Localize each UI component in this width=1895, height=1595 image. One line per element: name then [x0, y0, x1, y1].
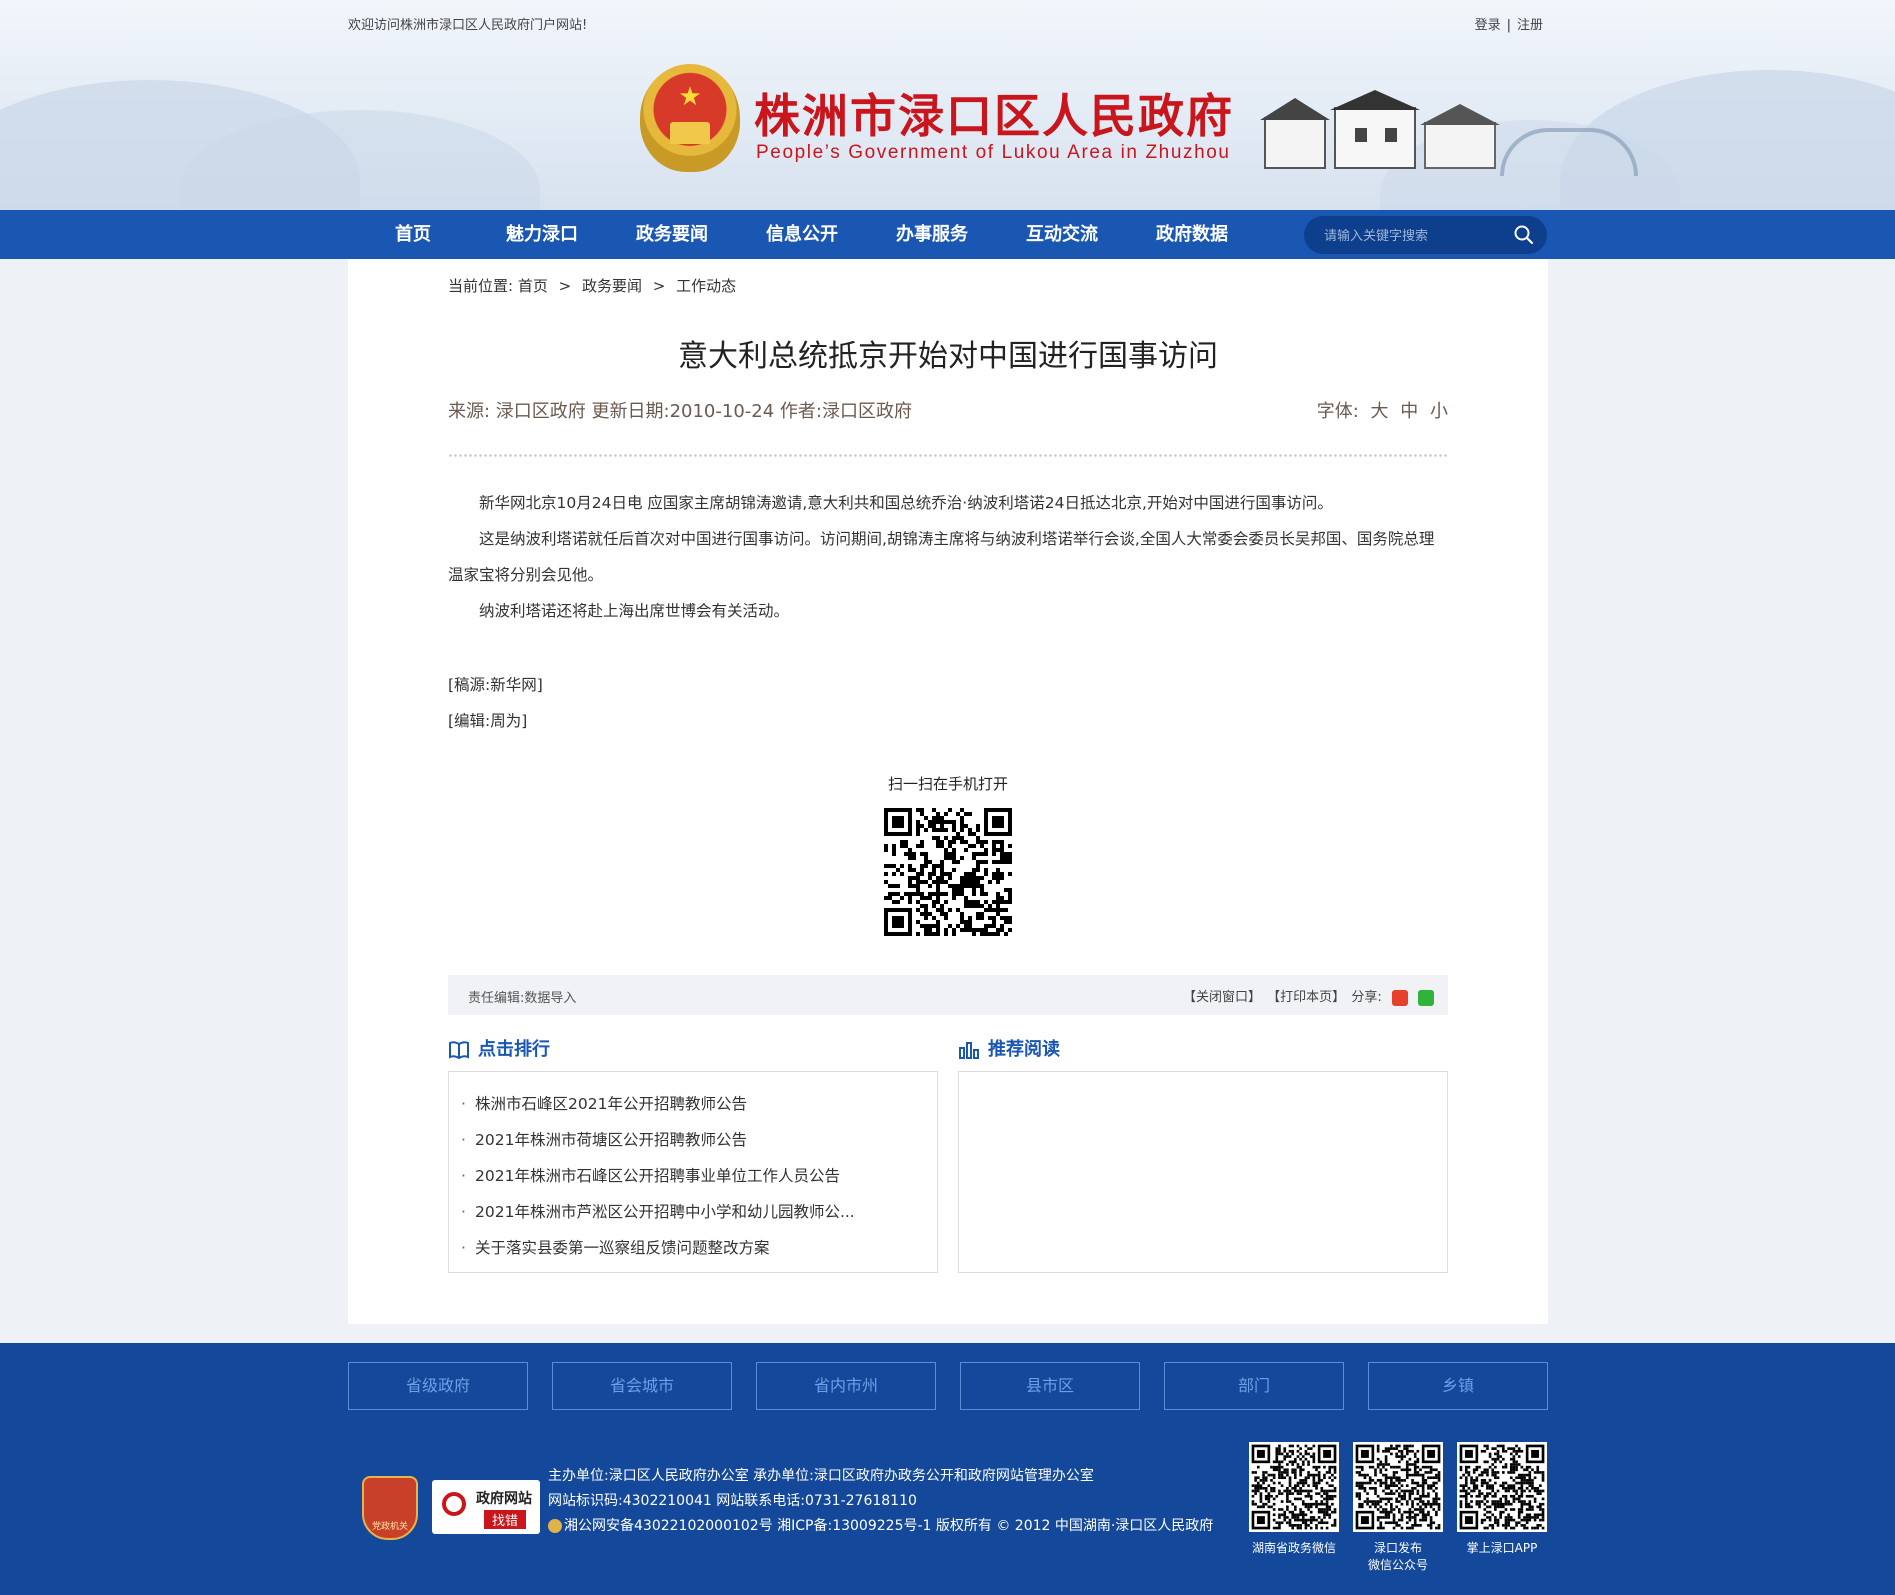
footer-organizer: 主办单位:渌口区人民政府办公室 承办单位:渌口区政府办政务公开和政府网站管理办公… — [548, 1468, 1094, 1484]
register-link[interactable]: 注册 — [1517, 18, 1543, 33]
welcome-text: 欢迎访问株洲市渌口区人民政府门户网站! — [348, 18, 588, 33]
nav-item-home[interactable]: 首页 — [358, 210, 468, 259]
footer-link-capitals[interactable]: 省会城市 — [552, 1362, 732, 1410]
article-body: 新华网北京10月24日电 应国家主席胡锦涛邀请,意大利共和国总统乔治·纳波利塔诺… — [448, 485, 1448, 629]
list-item[interactable]: · 2021年株洲市荷塘区公开招聘教师公告 — [461, 1122, 937, 1158]
weibo-share-icon[interactable] — [1391, 989, 1408, 1006]
footer-info: 主办单位:渌口区人民政府办公室 承办单位:渌口区政府办政务公开和政府网站管理办公… — [548, 1464, 1213, 1539]
list-item[interactable]: · 株洲市石峰区2021年公开招聘教师公告 — [461, 1086, 937, 1122]
font-size-small[interactable]: 小 — [1430, 401, 1448, 422]
list-item-title[interactable]: 2021年株洲市芦淞区公开招聘中小学和幼儿园教师公... — [475, 1203, 855, 1221]
qr-caption-hunan: 湖南省政务微信 — [1251, 1541, 1336, 1555]
nav-item-disclosure[interactable]: 信息公开 — [747, 210, 857, 259]
footer-link-cities[interactable]: 省内市州 — [756, 1362, 936, 1410]
search-icon[interactable] — [1513, 224, 1535, 246]
font-size-label: 字体: — [1316, 401, 1359, 422]
nav-item-interaction[interactable]: 互动交流 — [1007, 210, 1117, 259]
ranking-header: 点击排行 — [448, 1035, 550, 1061]
article-editor: [编辑:周为] — [448, 712, 528, 730]
nav-item-data[interactable]: 政府数据 — [1137, 210, 1247, 259]
list-item[interactable]: · 2021年株洲市石峰区公开招聘事业单位工作人员公告 — [461, 1158, 937, 1194]
list-item-title[interactable]: 2021年株洲市石峰区公开招聘事业单位工作人员公告 — [475, 1167, 840, 1185]
article-paragraph: 纳波利塔诺还将赴上海出席世博会有关活动。 — [479, 602, 790, 620]
article-credits: [稿源:新华网] [编辑:周为] — [448, 667, 543, 739]
ranking-title: 点击排行 — [478, 1039, 550, 1060]
breadcrumb-news[interactable]: 政务要闻 — [582, 277, 642, 295]
qr-caption-lukou-wechat: 渌口发布 微信公众号 — [1367, 1541, 1428, 1572]
article-paragraph: 新华网北京10月24日电 应国家主席胡锦涛邀请,意大利共和国总统乔治·纳波利塔诺… — [479, 494, 1333, 512]
nav-item-services[interactable]: 办事服务 — [877, 210, 987, 259]
magnifier-icon — [442, 1492, 466, 1516]
login-link[interactable]: 登录 — [1475, 18, 1501, 33]
qr-code-icon — [1249, 1442, 1339, 1532]
divider — [448, 453, 1448, 458]
list-item-title[interactable]: 2021年株洲市荷塘区公开招聘教师公告 — [475, 1131, 747, 1149]
breadcrumb-prefix: 当前位置: — [448, 277, 514, 295]
print-page-button[interactable]: 【打印本页】 — [1267, 990, 1345, 1005]
article-panel: 当前位置: 首页 > 政务要闻 > 工作动态 意大利总统抵京开始对中国进行国事访… — [348, 259, 1548, 1324]
footer-site-code: 网站标识码:4302210041 网站联系电话:0731-27618110 — [548, 1493, 917, 1509]
close-window-button[interactable]: 【关闭窗口】 — [1183, 990, 1261, 1005]
site-error-report-badge[interactable]: 政府网站 找错 — [432, 1480, 540, 1534]
breadcrumb: 当前位置: 首页 > 政务要闻 > 工作动态 — [448, 275, 736, 296]
auth-links: 登录 | 注册 — [1475, 14, 1543, 33]
party-badge-label: 党政机关 — [371, 1522, 408, 1532]
responsible-editor: 责任编辑:数据导入 — [468, 991, 577, 1006]
footer-link-provincial[interactable]: 省级政府 — [348, 1362, 528, 1410]
list-item-title[interactable]: 株洲市石峰区2021年公开招聘教师公告 — [475, 1095, 747, 1113]
recommend-header: 推荐阅读 — [958, 1035, 1060, 1061]
qr-caption: 扫一扫在手机打开 — [887, 775, 1008, 793]
recommend-title: 推荐阅读 — [988, 1039, 1060, 1060]
breadcrumb-home[interactable]: 首页 — [518, 277, 548, 295]
qr-caption-app: 掌上渌口APP — [1466, 1541, 1538, 1555]
list-item-title[interactable]: 关于落实县委第一巡察组反馈问题整改方案 — [475, 1239, 770, 1257]
qr-code-icon — [1353, 1442, 1443, 1532]
footer-link-towns[interactable]: 乡镇 — [1368, 1362, 1548, 1410]
breadcrumb-sep: > — [558, 277, 572, 295]
article-title: 意大利总统抵京开始对中国进行国事访问 — [678, 339, 1218, 374]
wechat-share-icon[interactable] — [1418, 989, 1434, 1006]
footer-record: 湘公网安备43022102000102号 湘ICP备:13009225号-1 版… — [564, 1518, 1214, 1534]
qr-code-icon — [1457, 1442, 1547, 1532]
ranking-list: · 株洲市石峰区2021年公开招聘教师公告 · 2021年株洲市荷塘区公开招聘教师公… — [449, 1072, 937, 1266]
article-toolbar: 责任编辑:数据导入 【关闭窗口】 【打印本页】 分享: — [448, 975, 1448, 1015]
share-label: 分享: — [1351, 990, 1382, 1005]
auth-separator: | — [1506, 18, 1511, 33]
breadcrumb-sep: > — [652, 277, 666, 295]
err-badge-bottom: 找错 — [484, 1510, 527, 1529]
police-badge-icon — [548, 1519, 562, 1533]
national-emblem-icon: ★ — [640, 64, 740, 172]
site-subtitle: People’s Government of Lukou Area in Zhu… — [756, 142, 1231, 163]
list-item[interactable]: · 2021年株洲市芦淞区公开招聘中小学和幼儿园教师公... — [461, 1194, 937, 1230]
list-item[interactable]: · 关于落实县委第一巡察组反馈问题整改方案 — [461, 1230, 937, 1266]
article-paragraph: 这是纳波利塔诺就任后首次对中国进行国事访问。访问期间,胡锦涛主席将与纳波利塔诺举… — [448, 530, 1435, 584]
footer-link-counties[interactable]: 县市区 — [960, 1362, 1140, 1410]
font-size-large[interactable]: 大 — [1371, 401, 1389, 422]
footer-record-line: 湘公网安备43022102000102号 湘ICP备:13009225号-1 版… — [548, 1514, 1213, 1539]
book-icon — [449, 1041, 469, 1060]
nav-item-news[interactable]: 政务要闻 — [617, 210, 727, 259]
article-source: [稿源:新华网] — [448, 676, 543, 694]
qr-code-icon — [880, 804, 1016, 940]
font-size-medium[interactable]: 中 — [1400, 401, 1418, 422]
search-input[interactable] — [1322, 225, 1506, 247]
site-header: 欢迎访问株洲市渌口区人民政府门户网站! 登录 | 注册 ★ 株洲市渌口区人民政府 P… — [0, 0, 1895, 210]
toolbar-actions: 【关闭窗口】 【打印本页】 分享: — [1181, 986, 1434, 1006]
font-size-control: 字体: 大 中 小 — [1317, 397, 1448, 423]
recommend-box — [958, 1071, 1448, 1273]
main-nav: 首页 魅力渌口 政务要闻 信息公开 办事服务 互动交流 政府数据 — [0, 210, 1895, 259]
site-footer: 省级政府 省会城市 省内市州 县市区 部门 乡镇 党政机关 政府网站 找错 主办… — [0, 1343, 1895, 1595]
breadcrumb-work-updates[interactable]: 工作动态 — [676, 277, 736, 295]
site-title[interactable]: 株洲市渌口区人民政府 — [754, 80, 1234, 146]
ranking-box: · 株洲市石峰区2021年公开招聘教师公告 · 2021年株洲市荷塘区公开招聘教师公… — [448, 1071, 938, 1273]
party-government-badge[interactable]: 党政机关 — [362, 1476, 418, 1540]
err-badge-top: 政府网站 — [476, 1491, 532, 1507]
search-box — [1304, 216, 1547, 254]
bar-chart-icon — [959, 1042, 979, 1059]
nav-item-charm[interactable]: 魅力渌口 — [487, 210, 597, 259]
footer-link-departments[interactable]: 部门 — [1164, 1362, 1344, 1410]
article-meta: 来源: 渌口区政府 更新日期:2010-10-24 作者:渌口区政府 — [448, 401, 912, 422]
